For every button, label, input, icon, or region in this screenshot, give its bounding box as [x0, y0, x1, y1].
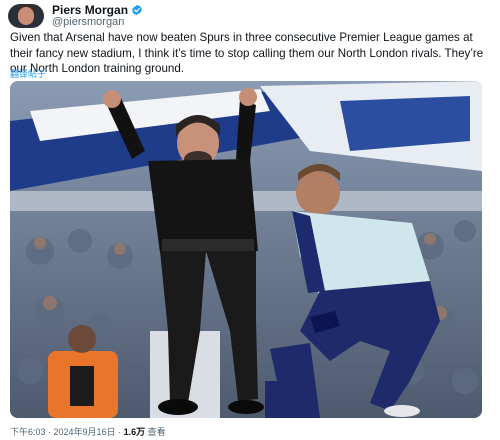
tweet-time[interactable]: 下午6:03 [10, 427, 46, 437]
footer-separator: · [45, 427, 54, 437]
views-count: 1.6万 [123, 427, 146, 437]
verified-badge-icon [132, 4, 142, 16]
avatar[interactable] [8, 4, 44, 28]
tweet-header: Piers Morgan @piersmorgan [8, 4, 143, 28]
tweet-photo[interactable] [10, 81, 482, 418]
tweet-footer: 下午6:03 · 2024年9月16日 · 1.6万 查看 [10, 425, 166, 438]
translate-post-link[interactable]: 翻译帖子 [10, 67, 46, 80]
tweet-date[interactable]: 2024年9月16日 [54, 427, 116, 437]
author-handle[interactable]: @piersmorgan [52, 16, 143, 29]
tweet-text: Given that Arsenal have now beaten Spurs… [10, 31, 484, 75]
celebration-photo-illustration [10, 81, 482, 418]
views-label: 查看 [147, 427, 166, 437]
author-display-name[interactable]: Piers Morgan [52, 4, 128, 17]
author-names: Piers Morgan @piersmorgan [52, 4, 143, 28]
tweet-card: Piers Morgan @piersmorgan Given that Ars… [0, 0, 500, 440]
footer-separator-2: · [115, 427, 124, 437]
